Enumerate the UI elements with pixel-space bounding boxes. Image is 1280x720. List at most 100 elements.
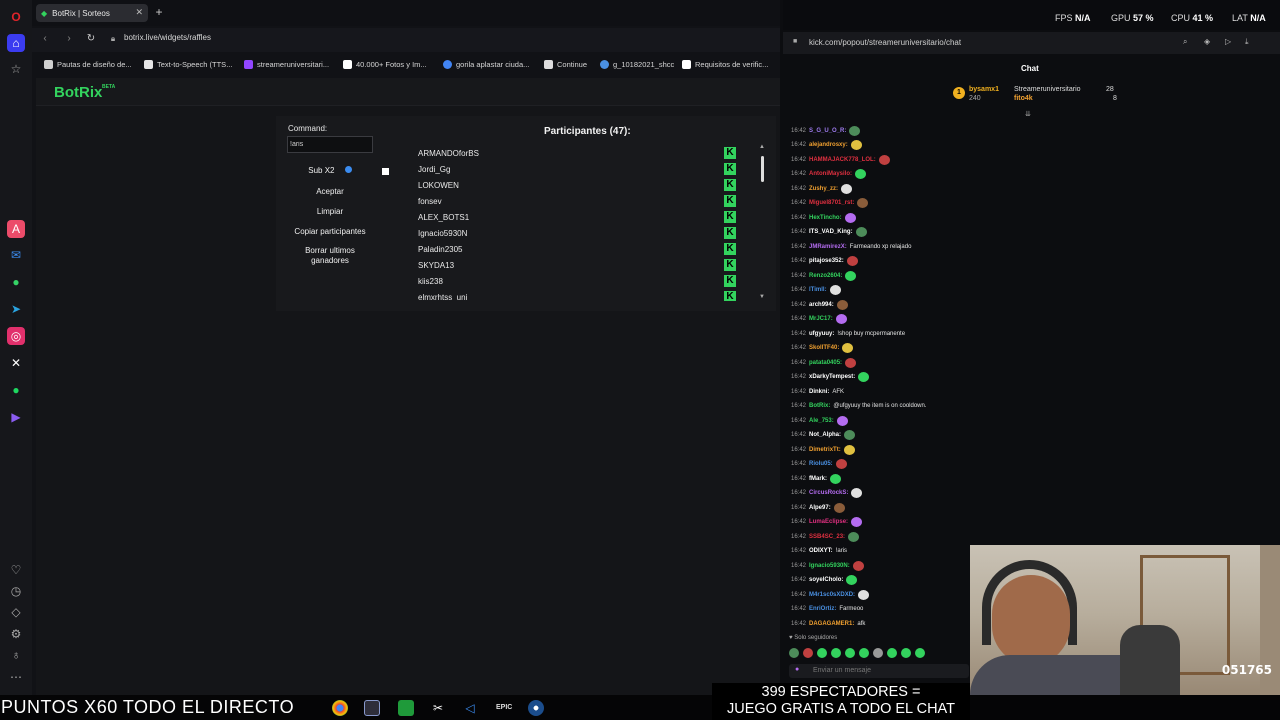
scroll-thumb[interactable]: [761, 156, 764, 182]
more-icon[interactable]: ⋯: [7, 668, 25, 686]
share-icon[interactable]: ▷: [1225, 37, 1231, 46]
info-icon[interactable]: [344, 166, 352, 173]
aria-icon[interactable]: A: [7, 220, 25, 238]
back-icon[interactable]: ‹: [38, 32, 52, 46]
reload-icon[interactable]: ↻: [84, 32, 98, 46]
message-user[interactable]: AntoniMaysilo:: [809, 171, 852, 177]
chat-input[interactable]: ● Enviar un mensaje: [789, 664, 969, 678]
x-icon[interactable]: ✕: [7, 354, 25, 372]
emote-icon[interactable]: [887, 648, 897, 658]
emote-icon[interactable]: [901, 648, 911, 658]
message-user[interactable]: ufgyuuy:: [809, 331, 834, 337]
emote-icon[interactable]: [831, 648, 841, 658]
message-user[interactable]: Dinkni:: [809, 389, 829, 395]
message-user[interactable]: soyelCholo:: [809, 577, 843, 583]
bookmark-item[interactable]: gorila aplastar ciuda...: [443, 60, 529, 69]
message-user[interactable]: lTimll:: [809, 287, 827, 293]
message-user[interactable]: SSB4SC_23:: [809, 534, 845, 540]
vscode-icon[interactable]: ◁: [462, 700, 478, 716]
participants-list[interactable]: ARMANDOforBS K Jordi_Gg K LOKOWEN Kfonsev K ALE…: [406, 146, 746, 301]
emote-icon[interactable]: [873, 648, 883, 658]
message-user[interactable]: Renzo2604:: [809, 273, 842, 279]
url-field[interactable]: botrix.live/widgets/raffles: [124, 33, 211, 42]
message-user[interactable]: JMRamirezX:: [809, 244, 847, 250]
clear-button[interactable]: Limpiar: [287, 207, 373, 216]
message-user[interactable]: DimetrixTt:: [809, 447, 841, 453]
home-icon[interactable]: ⌂: [7, 34, 25, 52]
copy-participants-button[interactable]: Copiar participantes: [287, 227, 373, 236]
message-user[interactable]: CircusRockS:: [809, 490, 848, 496]
accept-button[interactable]: Aceptar: [287, 187, 373, 196]
chrome-icon[interactable]: [332, 700, 348, 716]
settings-icon[interactable]: ⚙: [7, 625, 25, 643]
message-user[interactable]: Zushy_zz:: [809, 186, 838, 192]
message-user[interactable]: Ignacio5930N:: [809, 563, 850, 569]
close-tab-icon[interactable]: ✕: [135, 7, 143, 18]
heart-icon[interactable]: ♡: [7, 561, 25, 579]
emote-icon[interactable]: [817, 648, 827, 658]
emote-icon[interactable]: [845, 648, 855, 658]
message-user[interactable]: Alpe97:: [809, 505, 831, 511]
message-user[interactable]: M4r1sc0sXDXD:: [809, 592, 855, 598]
message-user[interactable]: Not_Alpha:: [809, 432, 841, 438]
search-icon[interactable]: ⌕: [1183, 37, 1187, 47]
epic-icon[interactable]: EPIC: [496, 700, 512, 716]
message-user[interactable]: LumaEclipse:: [809, 519, 848, 525]
telegram-icon[interactable]: ➤: [7, 300, 25, 318]
message-user[interactable]: EnriOrtiz:: [809, 606, 836, 612]
message-user[interactable]: HexTincho:: [809, 215, 842, 221]
message-user[interactable]: patata0405:: [809, 360, 842, 366]
message-user[interactable]: pitajose352:: [809, 258, 844, 264]
message-user[interactable]: Miguel8701_rst:: [809, 200, 854, 206]
scroll-up-icon[interactable]: ▲: [759, 144, 765, 150]
spotify-icon[interactable]: ●: [7, 381, 25, 399]
shield-icon[interactable]: ◈: [1204, 37, 1210, 46]
steam-icon[interactable]: [528, 700, 544, 716]
message-user[interactable]: alejandrosxy:: [809, 142, 848, 148]
bookmark-item[interactable]: streameruniversitari...: [244, 60, 329, 69]
message-user[interactable]: ITS_VAD_King:: [809, 229, 853, 235]
forward-icon[interactable]: ›: [62, 32, 76, 46]
command-input[interactable]: [287, 136, 373, 153]
bookmark-item[interactable]: Requisitos de verific...: [682, 60, 768, 69]
botrix-logo[interactable]: BotRix BETA: [54, 84, 115, 101]
message-user[interactable]: DAGAGAMER1:: [809, 621, 854, 627]
message-user[interactable]: fMark:: [809, 476, 827, 482]
sub-x2-checkbox[interactable]: [382, 168, 389, 175]
bookmark-item[interactable]: Pautas de diseño de...: [44, 60, 132, 69]
bookmark-item[interactable]: g_10182021_shcc: [600, 60, 674, 69]
emote-icon[interactable]: [859, 648, 869, 658]
emote-icon[interactable]: [803, 648, 813, 658]
star-icon[interactable]: ☆: [7, 60, 25, 78]
history-icon[interactable]: ◷: [7, 582, 25, 600]
message-user[interactable]: SkollTF40:: [809, 345, 839, 351]
message-user[interactable]: HAMMAJACK778_LOL:: [809, 157, 876, 163]
instagram-icon[interactable]: ◎: [7, 327, 25, 345]
message-user[interactable]: xDarkyTempest:: [809, 374, 855, 380]
whatsapp-icon[interactable]: ●: [7, 273, 25, 291]
new-tab-icon[interactable]: +: [152, 5, 166, 19]
player-icon[interactable]: ▶: [7, 408, 25, 426]
emote-icon[interactable]: [915, 648, 925, 658]
bulb-icon[interactable]: ♁: [7, 646, 25, 664]
participants-scrollbar[interactable]: ▲ ▼: [759, 144, 765, 300]
collapse-icon[interactable]: ⇊: [1025, 110, 1031, 118]
message-user[interactable]: MrJC17:: [809, 316, 833, 322]
message-user[interactable]: BotRix:: [809, 403, 830, 409]
message-user[interactable]: ODIXYT:: [809, 548, 833, 554]
sub-x2-option[interactable]: Sub X2: [287, 166, 373, 175]
message-user[interactable]: Ale_753:: [809, 418, 834, 424]
bookmark-item[interactable]: Continue: [544, 60, 587, 69]
bookmark-item[interactable]: Text-to-Speech (TTS...: [144, 60, 232, 69]
message-user[interactable]: S_G_U_O_R:: [809, 128, 846, 134]
download-icon[interactable]: ⤓: [1245, 37, 1249, 47]
tab-botrix[interactable]: ◆ BotRix | Sorteos ✕: [36, 4, 148, 22]
chat-url[interactable]: kick.com/popout/streameruniversitario/ch…: [809, 38, 961, 47]
bookmark-item[interactable]: 40.000+ Fotos y Im...: [343, 60, 427, 69]
capcut-icon[interactable]: ✂: [430, 700, 446, 716]
opera-logo-icon[interactable]: O: [7, 8, 25, 26]
box-icon[interactable]: ◇: [7, 603, 25, 621]
messenger-icon[interactable]: ✉: [7, 246, 25, 264]
message-user[interactable]: Riolu05:: [809, 461, 833, 467]
xbox-icon[interactable]: [398, 700, 414, 716]
